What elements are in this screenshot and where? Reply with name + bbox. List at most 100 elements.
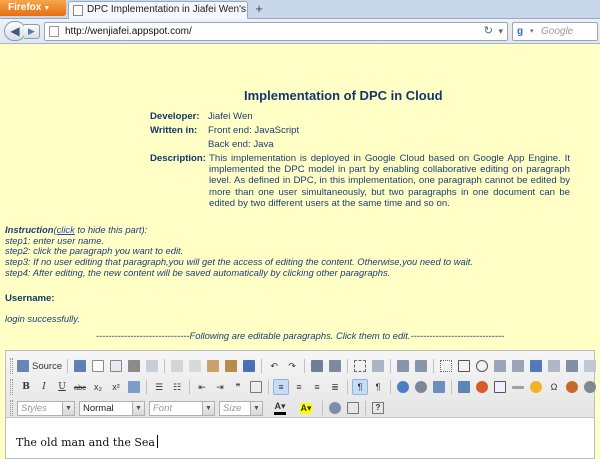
new-page-button[interactable] <box>90 358 106 374</box>
select-field-button[interactable] <box>528 358 544 374</box>
numbered-list-button[interactable]: ☰ <box>151 379 167 395</box>
textfield-icon <box>494 360 507 372</box>
image-button[interactable] <box>456 379 472 395</box>
text-color-button[interactable]: A▾ <box>268 400 292 416</box>
unlink-button[interactable] <box>413 379 429 395</box>
hide-instructions-link[interactable]: click <box>57 224 75 235</box>
templates-button[interactable] <box>144 358 160 374</box>
select-all-button[interactable] <box>352 358 368 374</box>
format-combo[interactable]: Normal ▼ <box>79 400 145 416</box>
align-justify-button[interactable]: ≣ <box>327 379 343 395</box>
reload-icon[interactable]: ↻ <box>484 23 493 40</box>
indent-button[interactable]: ⇥ <box>212 379 228 395</box>
textfield-button[interactable] <box>492 358 508 374</box>
search-input[interactable]: Google <box>541 23 573 40</box>
search-bar[interactable]: g ▾ Google <box>512 22 598 41</box>
show-blocks-button[interactable] <box>345 400 361 416</box>
url-dropdown-icon[interactable]: ▾ <box>498 23 503 40</box>
table-button[interactable] <box>492 379 508 395</box>
remove-format-button[interactable] <box>370 358 386 374</box>
site-identity-icon <box>49 26 59 37</box>
styles-combo[interactable]: Styles ▼ <box>17 400 75 416</box>
size-combo[interactable]: Size ▼ <box>219 400 263 416</box>
save-button[interactable] <box>72 358 88 374</box>
flash-button[interactable] <box>474 379 490 395</box>
url-input[interactable]: http://wenjiafei.appspot.com/ <box>65 23 192 40</box>
checkbox-button[interactable] <box>456 358 472 374</box>
anchor-button[interactable] <box>431 379 447 395</box>
text-color-icon: A▾ <box>274 401 286 415</box>
toolbar-grip[interactable] <box>10 358 13 374</box>
strikethrough-button[interactable]: abc <box>72 379 88 395</box>
superscript-button[interactable]: x² <box>108 379 124 395</box>
italic-button[interactable]: I <box>36 379 52 395</box>
find-button[interactable] <box>309 358 325 374</box>
underline-button[interactable]: U <box>54 379 70 395</box>
url-bar[interactable]: http://wenjiafei.appspot.com/ ↻ ▾ <box>44 22 508 41</box>
smiley-button[interactable] <box>528 379 544 395</box>
backend-row: Back end: Java <box>150 139 570 151</box>
align-center-button[interactable]: ≡ <box>291 379 307 395</box>
forward-button[interactable]: ▶ <box>24 24 40 39</box>
paragraph-text[interactable]: The old man and the Sea <box>16 436 155 449</box>
google-engine-icon[interactable]: g <box>517 26 529 38</box>
page-break-icon <box>566 381 578 393</box>
iframe-button[interactable] <box>582 379 598 395</box>
form-button[interactable] <box>438 358 454 374</box>
text-direction-ltr-button[interactable]: ¶ <box>352 379 368 395</box>
paste-text-button[interactable] <box>223 358 239 374</box>
new-tab-button[interactable]: + <box>252 2 266 17</box>
indent-icon: ⇥ <box>216 381 224 392</box>
horizontal-rule-button[interactable] <box>510 379 526 395</box>
bulleted-list-button[interactable]: ☷ <box>169 379 185 395</box>
spellcheck-button[interactable] <box>395 358 411 374</box>
subscript-button[interactable]: x₂ <box>90 379 106 395</box>
div-container-button[interactable] <box>248 379 264 395</box>
copy-button[interactable] <box>187 358 203 374</box>
hidden-field-button[interactable] <box>582 358 598 374</box>
font-combo[interactable]: Font ▼ <box>149 400 215 416</box>
text-direction-rtl-button[interactable]: ¶ <box>370 379 386 395</box>
redo-icon: ↷ <box>288 360 296 371</box>
description-label: Description: <box>150 153 206 164</box>
paste-button[interactable] <box>205 358 221 374</box>
maximize-button[interactable] <box>327 400 343 416</box>
about-button[interactable]: ? <box>370 400 386 416</box>
redo-button[interactable]: ↷ <box>284 358 300 374</box>
background-color-icon: A▾ <box>300 402 312 414</box>
spellcheck-icon <box>397 360 410 372</box>
print-button[interactable] <box>126 358 142 374</box>
textarea-button[interactable] <box>510 358 526 374</box>
toolbar-grip[interactable] <box>10 400 13 416</box>
blockquote-icon: ❞ <box>235 381 241 392</box>
firefox-menu-button[interactable]: Firefox ▼ <box>0 0 66 16</box>
outdent-button[interactable]: ⇤ <box>194 379 210 395</box>
cut-button[interactable] <box>169 358 185 374</box>
blockquote-button[interactable]: ❞ <box>230 379 246 395</box>
checkbox-icon <box>458 360 471 372</box>
engine-dropdown-icon[interactable]: ▾ <box>530 23 534 40</box>
link-button[interactable] <box>395 379 411 395</box>
page-break-button[interactable] <box>564 379 580 395</box>
bold-button[interactable]: B <box>18 379 34 395</box>
source-button[interactable]: Source <box>17 360 62 372</box>
project-info: Developer: Jiafei Wen Written in: Front … <box>150 111 570 211</box>
tab-active[interactable]: DPC Implementation in Jiafei Wen's ... <box>68 1 248 19</box>
form-button-button[interactable] <box>546 358 562 374</box>
align-right-button[interactable]: ≡ <box>309 379 325 395</box>
preview-button[interactable] <box>108 358 124 374</box>
align-left-button[interactable]: ≡ <box>273 379 289 395</box>
editor-content[interactable]: The old man and the Sea <box>16 435 158 449</box>
background-color-button[interactable]: A▾ <box>294 400 318 416</box>
paste-word-button[interactable] <box>241 358 257 374</box>
eraser-button[interactable] <box>126 379 142 395</box>
radio-button[interactable] <box>474 358 490 374</box>
scayt-button[interactable] <box>413 358 429 374</box>
replace-button[interactable] <box>327 358 343 374</box>
image-button-button[interactable] <box>564 358 580 374</box>
special-char-button[interactable]: Ω <box>546 379 562 395</box>
back-button[interactable]: ◀ <box>4 21 26 41</box>
undo-button[interactable]: ↶ <box>266 358 282 374</box>
toolbar-grip[interactable] <box>10 379 13 395</box>
outdent-icon: ⇤ <box>198 381 206 392</box>
